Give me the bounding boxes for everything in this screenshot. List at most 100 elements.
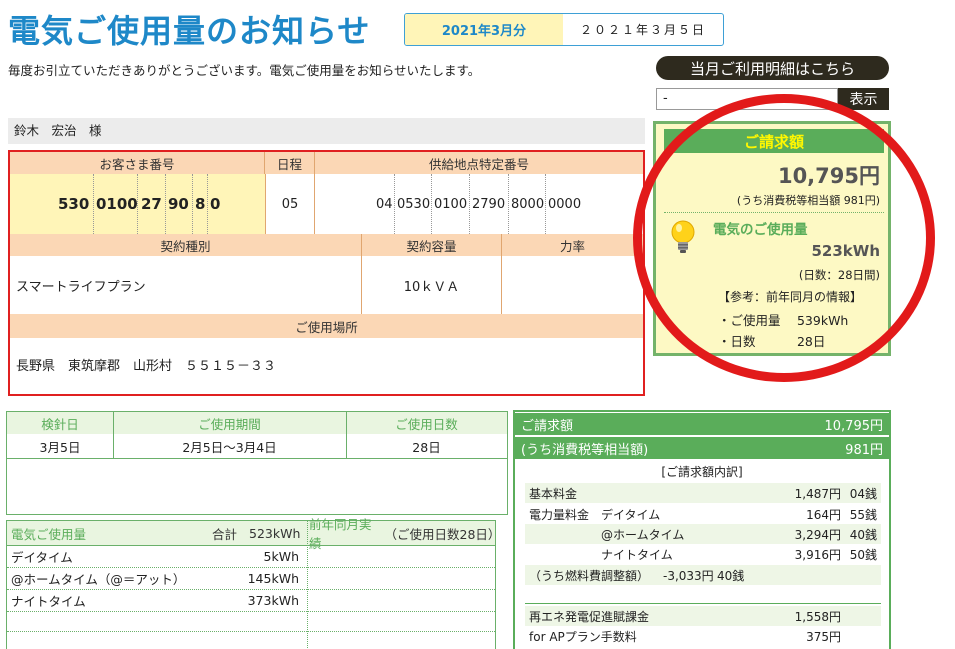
charge-value: 1,558円 [794, 610, 841, 624]
reading-day-value: 3月5日 [39, 439, 81, 455]
bill-amount: 10,795円 [777, 164, 880, 188]
charge-sublabel: @ホームタイム [601, 528, 685, 542]
charge-label: 電力量料金 [529, 508, 590, 522]
customer-number-part: 0 [210, 195, 221, 213]
charge-label: 基本料金 [529, 487, 578, 501]
page-title: 電気ご使用量のお知らせ [8, 12, 371, 50]
usage-row-label: @ホームタイム（@＝アット） [11, 571, 186, 587]
usage-total-label: 合計 [212, 526, 238, 542]
month-select[interactable]: - [656, 88, 838, 110]
divider [307, 521, 308, 649]
divider [346, 412, 347, 458]
days-value: 28日 [412, 439, 441, 455]
prev-year-header: 前年同月実績 （ご使用日数28日） [307, 517, 501, 551]
reference-usage: ・ご使用量 539kWh [718, 313, 849, 328]
capacity-header: 契約容量 [362, 234, 502, 256]
prev-year-days: （ご使用日数28日） [384, 526, 501, 542]
location-value: 長野県 東筑摩郡 山形村 ５５１５－３３ [16, 358, 277, 374]
charge-sen: 40銭 [849, 528, 877, 542]
contract-type-header: 契約種別 [10, 234, 362, 256]
billing-month-box: 2021年3月分 ２０２１年３月５日 [404, 13, 724, 46]
monthly-detail-button[interactable]: 当月ご利用明細はこちら [656, 56, 889, 80]
divider [394, 174, 395, 234]
usage-row-label: ナイトタイム [11, 593, 86, 609]
customer-number-header: お客さま番号 [10, 152, 265, 174]
charges-bill-label: ご請求額 [521, 418, 574, 434]
show-button[interactable]: 表示 [838, 88, 889, 110]
charge-sen: 50銭 [849, 548, 877, 562]
supply-part: 0100 [434, 196, 468, 212]
period-header: ご使用期間 [113, 412, 346, 434]
charge-row-fuel: （うち燃料費調整額） -3,033円 40銭 [525, 565, 881, 585]
divider [508, 174, 509, 234]
divider [7, 631, 495, 632]
charges-bill-value: 10,795円 [824, 418, 884, 434]
usage-value: 523kWh [811, 242, 880, 260]
charges-tax-label: (うち消費税等相当額) [521, 442, 649, 458]
reading-day-header: 検針日 [7, 412, 113, 434]
billing-month: 2021年3月分 [405, 14, 563, 45]
divider [165, 174, 166, 234]
charge-sen: 40銭 [717, 569, 745, 583]
usage-title: 電気のご使用量 [713, 222, 808, 238]
power-factor-value [502, 256, 643, 314]
charge-row-energy-day: 電力量料金 デイタイム 164円 55銭 [525, 504, 881, 524]
prev-year-label: 前年同月実績 [309, 517, 372, 551]
supply-part: 2790 [472, 196, 506, 212]
capacity-value: 10ｋＶＡ [362, 256, 502, 314]
breakdown-title: [ご請求額内訳] [661, 465, 743, 479]
usage-days: (日数：28日間) [798, 268, 880, 282]
charge-row-energy-night: ナイトタイム 3,916円 50銭 [525, 544, 881, 564]
divider [525, 603, 881, 604]
charge-value: 1,487円 [794, 487, 841, 501]
bill-summary-panel: ご請求額 10,795円 (うち消費税等相当額 981円) 電気のご使用量 52… [653, 121, 891, 356]
contract-type-value: スマートライフプラン [16, 256, 362, 314]
divider [192, 174, 193, 234]
charges-panel: ご請求額 10,795円 (うち消費税等相当額) 981円 [ご請求額内訳] 基… [513, 410, 891, 649]
charge-label: for APプラン手数料 [529, 630, 637, 644]
divider [113, 412, 114, 458]
divider [545, 174, 546, 234]
supply-part: 8000 [511, 196, 545, 212]
customer-number-part: 0100 [96, 195, 138, 213]
customer-name: 鈴木 宏治 様 [8, 118, 645, 144]
divider [137, 174, 138, 234]
usage-row-value: 145kWh [247, 570, 299, 586]
supply-point-header: 供給地点特定番号 [315, 152, 643, 174]
charge-row-ap-fee: for APプラン手数料 375円 [525, 626, 881, 646]
charge-value: 375円 [806, 630, 841, 644]
customer-number-part: 8 [195, 195, 206, 213]
supply-part: 0530 [397, 196, 431, 212]
meter-reading-table: 検針日 ご使用期間 ご使用日数 3月5日 2月5日～3月4日 28日 [6, 411, 508, 515]
charge-label: 再エネ発電促進賦課金 [529, 610, 650, 624]
divider [207, 174, 208, 234]
charge-sublabel: ナイトタイム [601, 548, 673, 562]
customer-number-part: 530 [58, 195, 90, 213]
power-factor-header: 力率 [502, 234, 643, 256]
usage-row-value: 5kWh [263, 548, 299, 564]
usage-total-value: 523kWh [249, 525, 301, 541]
reference-title: 【参考：前年同月の情報】 [718, 290, 863, 304]
divider [7, 611, 495, 612]
charge-sen: 04銭 [849, 487, 877, 501]
charge-row-energy-home: @ホームタイム 3,294円 40銭 [525, 524, 881, 544]
divider [431, 174, 432, 234]
charges-tax-value: 981円 [845, 442, 883, 458]
reference-days: ・日数 28日 [718, 334, 826, 349]
period-value: 2月5日～3月4日 [182, 439, 277, 455]
supply-part: 0000 [548, 196, 582, 212]
usage-row-label: デイタイム [11, 549, 73, 565]
charge-value: 3,294円 [794, 528, 841, 542]
greeting-text: 毎度お引立ていただきありがとうございます。電気ご使用量をお知らせいたします。 [8, 63, 481, 78]
charge-row-renewable: 再エネ発電促進賦課金 1,558円 [525, 606, 881, 626]
customer-number-part: 27 [141, 195, 162, 213]
lightbulb-icon [671, 220, 695, 253]
divider [469, 174, 470, 234]
customer-info-box: お客さま番号 日程 供給地点特定番号 530 0100 27 90 8 0 05… [8, 150, 645, 396]
schedule-value: 05 [265, 174, 315, 234]
charge-label: （うち燃料費調整額） [529, 569, 650, 583]
notice-date: ２０２１年３月５日 [579, 23, 706, 37]
divider [664, 212, 884, 213]
divider [7, 458, 507, 459]
charge-value: 3,916円 [794, 548, 841, 562]
